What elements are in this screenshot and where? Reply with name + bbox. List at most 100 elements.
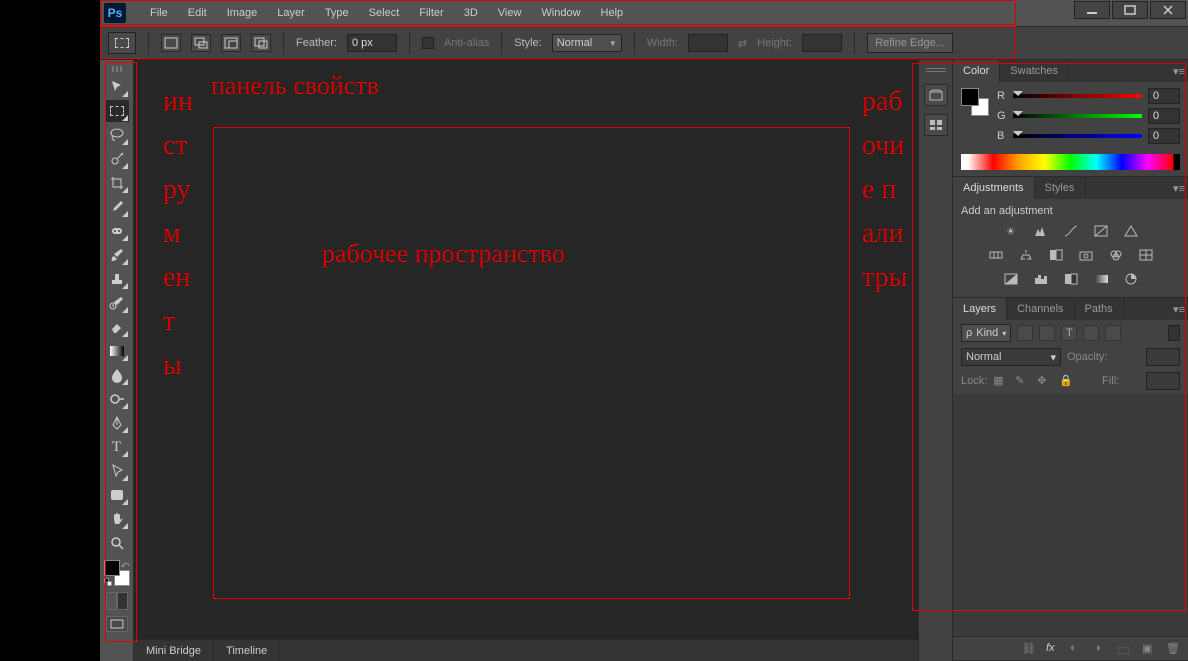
photofilter-icon[interactable] xyxy=(1077,247,1095,263)
invert-icon[interactable] xyxy=(1002,271,1020,287)
hue-icon[interactable] xyxy=(987,247,1005,263)
selection-subtract-icon[interactable] xyxy=(221,34,241,52)
b-input[interactable] xyxy=(1148,128,1180,144)
levels-icon[interactable] xyxy=(1032,223,1050,239)
trash-icon[interactable]: 🗑 xyxy=(1166,642,1180,656)
tab-styles[interactable]: Styles xyxy=(1035,177,1086,199)
color-swatch-pair[interactable] xyxy=(961,88,989,116)
stamp-tool[interactable] xyxy=(105,268,129,290)
feather-input[interactable] xyxy=(347,34,397,52)
tab-mini-bridge[interactable]: Mini Bridge xyxy=(134,640,214,661)
blend-mode-select[interactable]: Normal▾ xyxy=(961,348,1061,366)
new-layer-icon[interactable]: ▣ xyxy=(1142,642,1156,656)
channelmixer-icon[interactable] xyxy=(1107,247,1125,263)
link-layers-icon[interactable]: ⛓ xyxy=(1022,642,1036,656)
menu-select[interactable]: Select xyxy=(359,7,410,19)
history-brush-tool[interactable] xyxy=(105,292,129,314)
lasso-tool[interactable] xyxy=(105,124,129,146)
eyedropper-tool[interactable] xyxy=(105,196,129,218)
healing-tool[interactable] xyxy=(105,220,129,242)
maximize-button[interactable] xyxy=(1112,1,1148,19)
brightness-icon[interactable]: ☀ xyxy=(1002,223,1020,239)
tab-adjustments[interactable]: Adjustments xyxy=(953,177,1035,199)
g-input[interactable] xyxy=(1148,108,1180,124)
dodge-tool[interactable] xyxy=(105,388,129,410)
colorbalance-icon[interactable] xyxy=(1017,247,1035,263)
menu-type[interactable]: Type xyxy=(315,7,359,19)
color-spectrum[interactable] xyxy=(961,154,1180,170)
menu-window[interactable]: Window xyxy=(531,7,590,19)
quick-select-tool[interactable] xyxy=(105,148,129,170)
threshold-icon[interactable] xyxy=(1062,271,1080,287)
blur-tool[interactable] xyxy=(105,364,129,386)
type-tool[interactable]: T xyxy=(105,436,129,458)
gradient-tool[interactable] xyxy=(105,340,129,362)
lock-trans-icon[interactable]: ▦ xyxy=(993,374,1009,388)
foreground-color[interactable] xyxy=(104,560,120,576)
selection-intersect-icon[interactable] xyxy=(251,34,271,52)
g-slider[interactable] xyxy=(1013,111,1142,121)
eraser-tool[interactable] xyxy=(105,316,129,338)
filter-toggle[interactable] xyxy=(1168,325,1180,341)
r-input[interactable] xyxy=(1148,88,1180,104)
filter-pixel-icon[interactable] xyxy=(1017,325,1033,341)
layer-filter-kind[interactable]: ρKind▾ xyxy=(961,324,1011,342)
tab-layers[interactable]: Layers xyxy=(953,298,1007,320)
antialias-checkbox[interactable] xyxy=(422,37,434,49)
gradientmap-icon[interactable] xyxy=(1092,271,1110,287)
mask-icon[interactable]: ◐ xyxy=(1070,642,1084,656)
move-tool[interactable] xyxy=(105,76,129,98)
document-area[interactable] xyxy=(134,60,918,661)
filter-adjust-icon[interactable] xyxy=(1039,325,1055,341)
hand-tool[interactable] xyxy=(105,508,129,530)
lock-all-icon[interactable]: 🔒 xyxy=(1059,374,1075,388)
menu-3d[interactable]: 3D xyxy=(454,7,488,19)
panel-menu-icon[interactable]: ▾≡ xyxy=(1170,298,1188,320)
menu-image[interactable]: Image xyxy=(217,7,268,19)
swap-colors-icon[interactable]: ⤺ xyxy=(121,560,130,570)
path-select-tool[interactable] xyxy=(105,460,129,482)
menu-file[interactable]: File xyxy=(140,7,178,19)
brush-tool[interactable] xyxy=(105,244,129,266)
marquee-tool[interactable] xyxy=(105,100,129,122)
toolbar-grip[interactable] xyxy=(107,66,127,72)
bw-icon[interactable] xyxy=(1047,247,1065,263)
menu-layer[interactable]: Layer xyxy=(267,7,315,19)
tab-color[interactable]: Color xyxy=(953,60,1000,82)
menu-help[interactable]: Help xyxy=(591,7,634,19)
refine-edge-button[interactable]: Refine Edge... xyxy=(867,33,953,53)
current-tool-thumb[interactable] xyxy=(108,32,136,54)
b-slider[interactable] xyxy=(1013,131,1142,141)
screen-mode-button[interactable] xyxy=(106,616,128,632)
style-select[interactable]: Normal▼ xyxy=(552,34,622,52)
color-swatches[interactable]: ⤺ xyxy=(104,560,130,586)
lock-position-icon[interactable]: ✥ xyxy=(1037,374,1053,388)
filter-type-icon[interactable]: T xyxy=(1061,325,1077,341)
menu-edit[interactable]: Edit xyxy=(178,7,217,19)
dock-grip[interactable] xyxy=(926,68,946,72)
properties-panel-icon[interactable] xyxy=(924,114,948,136)
filter-shape-icon[interactable] xyxy=(1083,325,1099,341)
quick-mask-toggle[interactable] xyxy=(106,592,128,610)
layers-list[interactable] xyxy=(953,394,1188,636)
posterize-icon[interactable] xyxy=(1032,271,1050,287)
panel-menu-icon[interactable]: ▾≡ xyxy=(1170,60,1188,82)
crop-tool[interactable] xyxy=(105,172,129,194)
history-panel-icon[interactable] xyxy=(924,84,948,106)
opacity-input[interactable] xyxy=(1146,348,1180,366)
panel-menu-icon[interactable]: ▾≡ xyxy=(1170,177,1188,199)
fill-input[interactable] xyxy=(1146,372,1180,390)
default-colors-icon[interactable] xyxy=(104,578,112,586)
exposure-icon[interactable] xyxy=(1092,223,1110,239)
curves-icon[interactable] xyxy=(1062,223,1080,239)
pen-tool[interactable] xyxy=(105,412,129,434)
minimize-button[interactable] xyxy=(1074,1,1110,19)
tab-channels[interactable]: Channels xyxy=(1007,298,1074,320)
lock-pixels-icon[interactable]: ✎ xyxy=(1015,374,1031,388)
fx-icon[interactable]: fx xyxy=(1046,642,1060,656)
selectivecolor-icon[interactable] xyxy=(1122,271,1140,287)
shape-tool[interactable] xyxy=(105,484,129,506)
tab-paths[interactable]: Paths xyxy=(1075,298,1124,320)
r-slider[interactable] xyxy=(1013,91,1142,101)
selection-add-icon[interactable] xyxy=(191,34,211,52)
